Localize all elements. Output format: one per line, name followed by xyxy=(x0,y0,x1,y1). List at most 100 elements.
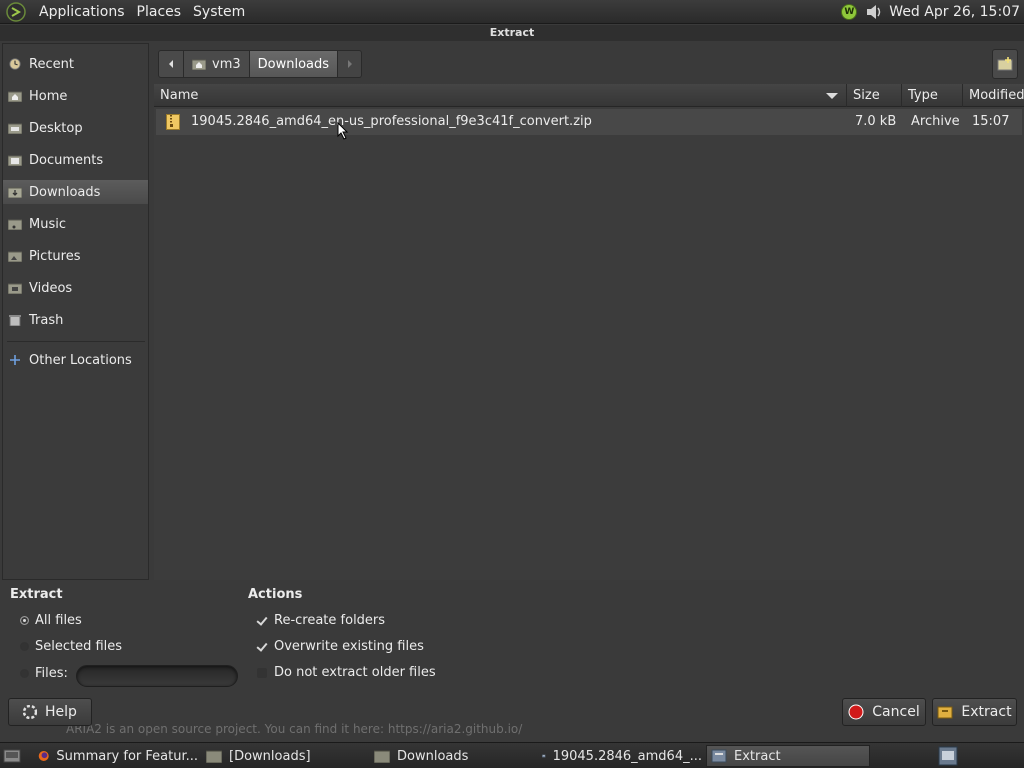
column-header-size[interactable]: Size xyxy=(847,84,902,107)
radio-indicator[interactable] xyxy=(20,616,29,625)
cancel-button[interactable]: Cancel xyxy=(842,698,926,726)
cancel-button-label: Cancel xyxy=(872,704,920,720)
checkbox-no-older[interactable]: Do not extract older files xyxy=(257,665,436,680)
file-size: 7.0 kB xyxy=(855,114,897,129)
checkbox-indicator[interactable] xyxy=(257,616,267,626)
chevron-right-icon xyxy=(347,60,352,68)
checkbox-recreate-folders[interactable]: Re-create folders xyxy=(257,613,385,628)
sidebar-item-music[interactable]: Music xyxy=(3,212,148,236)
path-segment-label: Downloads xyxy=(257,56,330,72)
sidebar-item-home[interactable]: Home xyxy=(3,84,148,108)
file-list-header: Name Size Type Modified xyxy=(154,84,1024,107)
firefox-icon xyxy=(38,751,49,761)
radio-all-files[interactable]: All files xyxy=(20,613,82,628)
distro-logo-icon[interactable] xyxy=(5,1,27,23)
actions-heading: Actions xyxy=(248,587,303,602)
radio-indicator[interactable] xyxy=(20,642,29,651)
taskbar-item-firefox[interactable]: Summary for Featur... xyxy=(34,745,198,767)
folder-home-icon xyxy=(192,59,206,70)
sidebar-item-label: Recent xyxy=(29,56,74,72)
clock[interactable]: Wed Apr 26, 15:07 xyxy=(889,4,1020,20)
radio-selected-files[interactable]: Selected files xyxy=(20,639,122,654)
sidebar-item-desktop[interactable]: Desktop xyxy=(3,116,148,140)
table-row[interactable]: 19045.2846_amd64_en-us_professional_f9e3… xyxy=(156,109,1022,135)
path-forward-button[interactable] xyxy=(338,50,363,78)
sidebar-item-documents[interactable]: Documents xyxy=(3,148,148,172)
extract-options: Extract All files Selected files Files: … xyxy=(0,584,1024,694)
system-menu[interactable]: System xyxy=(187,1,251,23)
checkbox-indicator[interactable] xyxy=(257,667,267,678)
folder-icon xyxy=(374,750,390,763)
column-header-type[interactable]: Type xyxy=(902,84,963,107)
path-segment-vm3[interactable]: vm3 xyxy=(184,50,250,78)
folder-home-icon xyxy=(8,91,22,102)
file-modified: 15:07 xyxy=(972,114,1010,129)
sort-descending-icon xyxy=(826,93,838,99)
column-header-modified[interactable]: Modified xyxy=(963,84,1024,107)
sidebar-item-videos[interactable]: Videos xyxy=(3,276,148,300)
folder-icon xyxy=(206,750,222,763)
chevron-left-icon xyxy=(169,60,173,68)
folder-icon xyxy=(8,219,22,230)
path-back-button[interactable] xyxy=(158,50,184,78)
plus-icon xyxy=(10,355,20,365)
taskbar-label: [Downloads] xyxy=(229,748,311,764)
workspace-switcher-icon[interactable] xyxy=(938,746,958,766)
sidebar-item-label: Home xyxy=(29,88,68,104)
sidebar-item-label: Pictures xyxy=(29,248,81,264)
mouse-cursor-icon xyxy=(337,122,349,140)
sidebar-item-recent[interactable]: Recent xyxy=(3,52,148,76)
taskbar: Summary for Featur... [Downloads] Downlo… xyxy=(0,742,1024,768)
extract-button-label: Extract xyxy=(961,704,1012,720)
taskbar-label: Downloads xyxy=(397,748,469,764)
tray-w-icon[interactable]: W xyxy=(841,3,858,20)
background-window-text: ARIA2 is an open source project. You can… xyxy=(66,722,523,736)
help-button[interactable]: Help xyxy=(8,698,92,726)
show-desktop-icon[interactable] xyxy=(3,748,21,764)
path-segment-downloads[interactable]: Downloads xyxy=(249,50,339,78)
radio-indicator[interactable] xyxy=(20,669,29,678)
taskbar-label: 19045.2846_amd64_... xyxy=(552,748,702,764)
file-name: 19045.2846_amd64_en-us_professional_f9e3… xyxy=(191,114,592,129)
help-button-label: Help xyxy=(45,704,77,720)
checkbox-label: Overwrite existing files xyxy=(274,639,424,654)
extract-button[interactable]: Extract xyxy=(932,698,1017,726)
recent-icon xyxy=(9,58,21,70)
trash-icon xyxy=(9,315,21,326)
places-menu[interactable]: Places xyxy=(131,1,188,23)
sidebar-item-other-locations[interactable]: Other Locations xyxy=(3,348,148,372)
checkbox-label: Do not extract older files xyxy=(274,665,436,680)
taskbar-item-downloads[interactable]: Downloads xyxy=(370,745,534,767)
sidebar-item-pictures[interactable]: Pictures xyxy=(3,244,148,268)
new-folder-button[interactable] xyxy=(992,49,1018,79)
column-header-name[interactable]: Name xyxy=(154,84,847,107)
file-list[interactable]: Name Size Type Modified 19045.2846_amd64… xyxy=(154,84,1024,580)
path-segment-label: vm3 xyxy=(212,56,241,72)
sidebar-item-label: Music xyxy=(29,216,66,232)
help-icon xyxy=(23,705,38,719)
folder-download-icon xyxy=(8,187,22,198)
sidebar-item-label: Videos xyxy=(29,280,73,296)
sidebar-item-downloads[interactable]: Downloads xyxy=(3,180,148,204)
taskbar-item-archive[interactable]: 19045.2846_amd64_... xyxy=(538,745,702,767)
folder-icon xyxy=(8,155,22,166)
file-type: Archive xyxy=(911,114,960,129)
sidebar-item-label: Desktop xyxy=(29,120,83,136)
volume-icon[interactable] xyxy=(865,3,883,21)
taskbar-item-downloads-bracket[interactable]: [Downloads] xyxy=(202,745,366,767)
taskbar-label: Summary for Featur... xyxy=(56,748,198,764)
checkbox-overwrite[interactable]: Overwrite existing files xyxy=(257,639,424,654)
taskbar-item-extract[interactable]: Extract xyxy=(706,745,870,767)
applications-menu[interactable]: Applications xyxy=(33,1,131,23)
sidebar-item-label: Documents xyxy=(29,152,104,168)
radio-files[interactable]: Files: xyxy=(20,666,68,681)
sidebar-separator xyxy=(7,341,145,342)
files-pattern-input[interactable] xyxy=(76,665,238,687)
sidebar-item-trash[interactable]: Trash xyxy=(3,308,148,332)
folder-icon xyxy=(8,283,22,294)
folder-icon xyxy=(8,123,22,134)
cancel-icon xyxy=(848,704,864,720)
panel-tray: W Wed Apr 26, 15:07 xyxy=(841,0,1024,24)
checkbox-indicator[interactable] xyxy=(257,642,267,652)
checkbox-label: Re-create folders xyxy=(274,613,386,628)
